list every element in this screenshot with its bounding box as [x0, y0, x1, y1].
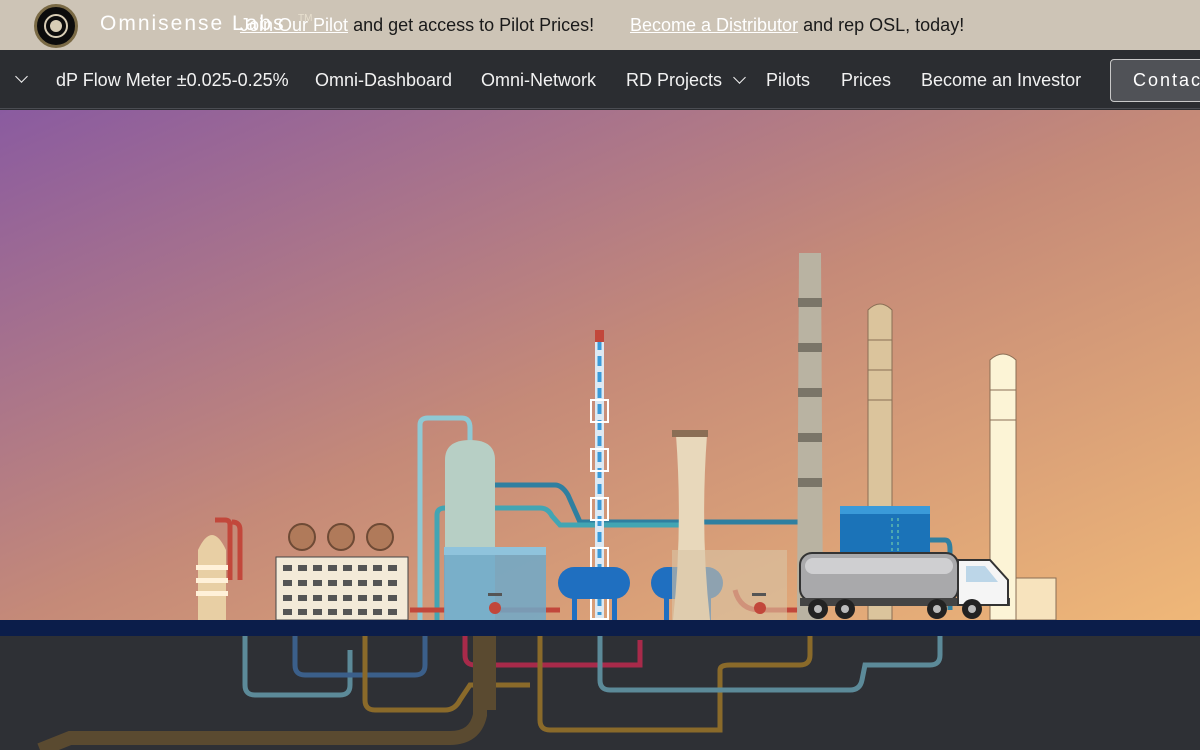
pilot-promo-text: and get access to Pilot Prices!: [353, 15, 595, 35]
nav-item-pilots[interactable]: Pilots: [766, 70, 810, 91]
ground-line: [0, 620, 1200, 636]
nav-item-rd-projects-label: RD Projects: [626, 70, 723, 90]
refinery-hero-illustration: [0, 110, 1200, 750]
pilot-promo: Join Our Pilot and get access to Pilot P…: [240, 15, 594, 36]
become-distributor-link[interactable]: Become a Distributor: [630, 15, 798, 35]
main-navigation: dP Flow Meter ±0.025-0.25% Omni-Dashboar…: [0, 50, 1200, 109]
nav-item-omni-dashboard[interactable]: Omni-Dashboard: [315, 70, 452, 91]
blue-container: [840, 506, 930, 558]
chevron-down-icon: [733, 71, 746, 84]
brand-logo-icon[interactable]: [34, 4, 78, 48]
distributor-promo-text: and rep OSL, today!: [803, 15, 965, 35]
left-tower: [196, 535, 228, 620]
nav-item-prices[interactable]: Prices: [841, 70, 891, 91]
contact-button[interactable]: Contact: [1110, 59, 1200, 102]
nav-item-become-investor[interactable]: Become an Investor: [921, 70, 1081, 91]
office-building: [275, 523, 409, 621]
nav-item-rd-projects[interactable]: RD Projects: [626, 70, 746, 91]
join-pilot-link[interactable]: Join Our Pilot: [240, 15, 348, 35]
top-announcement-bar: Omnisense Labs TM Join Our Pilot and get…: [0, 0, 1200, 50]
chevron-down-icon[interactable]: [15, 70, 28, 83]
distributor-promo: Become a Distributor and rep OSL, today!: [630, 15, 964, 36]
nav-item-omni-network[interactable]: Omni-Network: [481, 70, 596, 91]
nav-item-dp-flow-meter[interactable]: dP Flow Meter ±0.025-0.25%: [56, 70, 289, 91]
